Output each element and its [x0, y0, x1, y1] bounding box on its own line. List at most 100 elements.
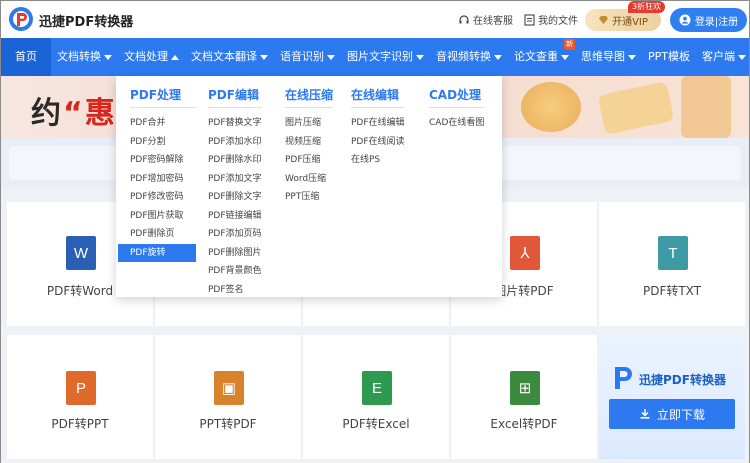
menu-item[interactable]: 视频压缩 — [285, 133, 333, 152]
my-files-link[interactable]: 我的文件 — [524, 12, 578, 27]
customer-service-label: 在线客服 — [473, 16, 513, 27]
menu-item[interactable]: PPT压缩 — [285, 188, 333, 207]
nav-item-speech[interactable]: 语音识别 — [274, 38, 341, 76]
vip-label: 开通VIP — [612, 16, 648, 28]
chevron-down-icon — [327, 54, 335, 60]
chevron-down-icon — [738, 54, 746, 60]
menu-item[interactable]: PDF增加密码 — [130, 170, 196, 189]
nav-label: 客户端 — [702, 50, 735, 63]
menu-item-active[interactable]: PDF旋转 — [118, 243, 196, 262]
pdf-file-icon: ⅄ — [510, 236, 540, 270]
tool-label: PDF转TXT — [642, 284, 702, 298]
nav-item-client[interactable]: 客户端 — [696, 38, 750, 76]
download-button[interactable]: 立即下载 — [609, 399, 735, 429]
menu-item[interactable]: PDF在线编辑 — [351, 114, 405, 133]
menu-item[interactable]: PDF添加页码 — [208, 225, 262, 244]
nav-item-plagiarism[interactable]: 论文查重新 — [508, 38, 575, 76]
nav-item-doc-translate[interactable]: 文档文本翻译 — [185, 38, 274, 76]
word-file-icon: W — [66, 236, 96, 270]
tool-label: Excel转PDF — [490, 417, 558, 431]
banner-decoration — [521, 82, 581, 132]
customer-service-link[interactable]: 在线客服 — [458, 12, 513, 27]
menu-item[interactable]: PDF合并 — [130, 114, 196, 133]
app-logo-icon[interactable] — [7, 5, 35, 33]
nav-label: 思维导图 — [581, 50, 625, 63]
dropdown-column-title: CAD处理 — [429, 86, 485, 108]
vip-promo-badge: 3折狂欢 — [628, 1, 666, 13]
menu-item[interactable]: PDF替换文字 — [208, 114, 262, 133]
excel-file-icon: E — [362, 371, 392, 405]
dropdown-column-title: 在线编辑 — [351, 86, 405, 108]
headset-icon — [459, 14, 469, 23]
download-label: 立即下载 — [656, 407, 705, 422]
nav-label: 语音识别 — [280, 50, 324, 63]
menu-item[interactable]: PDF删除图片 — [208, 244, 262, 263]
nav-item-doc-convert[interactable]: 文档转换 — [51, 38, 118, 76]
chevron-down-icon — [628, 54, 636, 60]
menu-item[interactable]: 图片压缩 — [285, 114, 333, 133]
tool-card-ppt-to-pdf[interactable]: ▣ PPT转PDF — [155, 335, 301, 459]
menu-item[interactable]: PDF修改密码 — [130, 188, 196, 207]
menu-item[interactable]: PDF删除水印 — [208, 151, 262, 170]
nav-item-mindmap[interactable]: 思维导图 — [575, 38, 642, 76]
icon-glyph: E — [371, 379, 382, 397]
menu-item[interactable]: PDF背景颜色 — [208, 262, 262, 281]
new-badge: 新 — [564, 39, 575, 50]
nav-label: 图片文字识别 — [347, 50, 413, 63]
my-files-label: 我的文件 — [538, 16, 578, 27]
dropdown-column-title: PDF处理 — [130, 86, 196, 108]
tool-label: PPT转PDF — [199, 417, 257, 431]
nav-label: 首页 — [15, 50, 37, 63]
tool-label: PDF转Excel — [342, 417, 410, 431]
login-register-button[interactable]: 登录|注册 — [670, 8, 747, 32]
menu-item[interactable]: PDF删除页 — [130, 225, 196, 244]
dropdown-column-pdf-process: PDF处理 PDF合并 PDF分割 PDF密码解除 PDF增加密码 PDF修改密… — [118, 86, 196, 262]
nav-label: 论文查重 — [514, 50, 558, 63]
nav-label: PPT模板 — [648, 50, 690, 63]
banner-text-prefix: 约 — [31, 96, 63, 131]
app-name[interactable]: 迅捷PDF转换器 — [39, 11, 133, 30]
menu-item[interactable]: 在线PS — [351, 151, 405, 170]
tool-card-excel-to-pdf[interactable]: ⊞ Excel转PDF — [451, 335, 597, 459]
tool-card-pdf-to-txt[interactable]: T PDF转TXT — [599, 202, 745, 326]
banner-headline: 约“惠 — [31, 88, 117, 132]
download-icon — [640, 409, 650, 419]
nav-item-ppt-template[interactable]: PPT模板 — [642, 38, 696, 76]
icon-glyph: ⅄ — [520, 245, 530, 262]
nav-item-doc-process[interactable]: 文档处理 — [118, 38, 185, 76]
diamond-icon — [599, 16, 609, 24]
nav-item-av-convert[interactable]: 音视频转换 — [430, 38, 508, 76]
chevron-down-icon — [561, 54, 569, 60]
dropdown-column-title: PDF编辑 — [208, 86, 262, 108]
nav-label: 文档转换 — [57, 50, 101, 63]
download-promo-card: 迅捷PDF转换器 立即下载 — [599, 335, 745, 459]
dropdown-column-online-compress: 在线压缩 图片压缩 视频压缩 PDF压缩 Word压缩 PPT压缩 — [285, 86, 334, 207]
menu-item[interactable]: PDF链接编辑 — [208, 207, 262, 226]
file-icon — [524, 13, 535, 26]
menu-item[interactable]: PDF分割 — [130, 133, 196, 152]
menu-item[interactable]: PDF签名 — [208, 281, 262, 300]
promo-app-name: 迅捷PDF转换器 — [639, 373, 726, 387]
menu-item[interactable]: CAD在线看图 — [429, 114, 484, 133]
nav-item-home[interactable]: 首页 — [1, 38, 51, 76]
chevron-up-icon — [171, 54, 179, 60]
chevron-down-icon — [494, 54, 502, 60]
menu-item[interactable]: PDF添加水印 — [208, 133, 262, 152]
menu-item[interactable]: PDF删除文字 — [208, 188, 262, 207]
tool-card-pdf-to-excel[interactable]: E PDF转Excel — [303, 335, 449, 459]
top-header: 迅捷PDF转换器 在线客服 我的文件 开通VIP 3折狂欢 登录|注册 — [1, 1, 749, 37]
menu-item[interactable]: PDF添加文字 — [208, 170, 262, 189]
menu-item[interactable]: PDF密码解除 — [130, 151, 196, 170]
tool-card-pdf-to-ppt[interactable]: P PDF转PPT — [7, 335, 153, 459]
icon-glyph: T — [668, 244, 678, 262]
icon-glyph: ▣ — [221, 380, 237, 397]
menu-item[interactable]: PDF压缩 — [285, 151, 333, 170]
menu-item[interactable]: PDF在线阅读 — [351, 133, 405, 152]
icon-glyph: W — [73, 244, 89, 262]
icon-glyph: ⊞ — [518, 380, 532, 397]
menu-item[interactable]: Word压缩 — [285, 170, 333, 189]
menu-item[interactable]: PDF图片获取 — [130, 207, 196, 226]
chevron-down-icon — [260, 54, 268, 60]
user-icon — [679, 14, 691, 26]
nav-item-ocr[interactable]: 图片文字识别 — [341, 38, 430, 76]
